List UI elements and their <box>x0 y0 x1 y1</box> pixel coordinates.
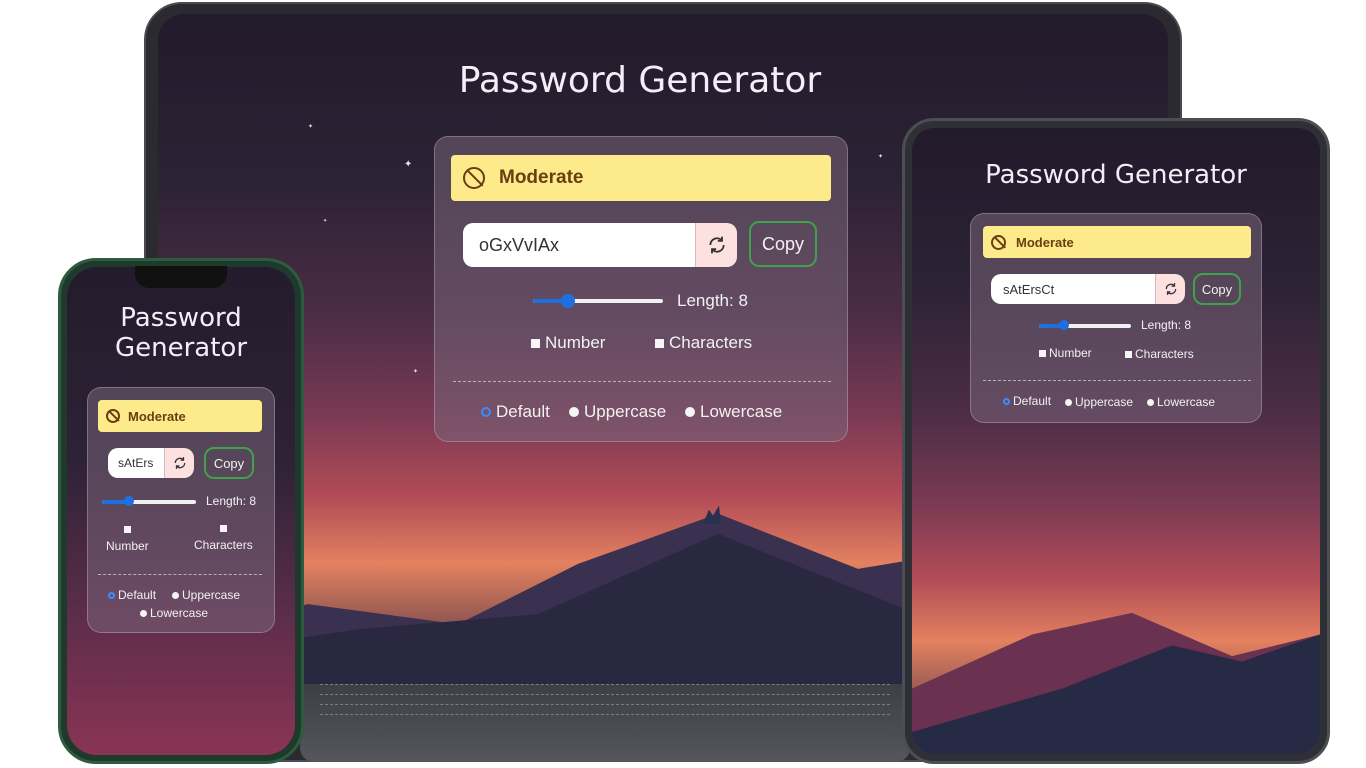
phone-screen: Password Generator Moderate sAtErs Copy … <box>67 267 295 755</box>
strength-label: Moderate <box>128 408 186 424</box>
page-title: Password Generator <box>985 160 1247 190</box>
radio-default[interactable]: Default <box>1003 394 1051 408</box>
strength-indicator: Moderate <box>98 400 262 432</box>
characters-checkbox[interactable]: Characters <box>1125 347 1194 361</box>
generator-card: Moderate oGxVvIAx Copy Length: 8 Number … <box>434 136 848 442</box>
divider <box>98 574 262 575</box>
characters-checkbox[interactable]: Characters <box>655 333 752 353</box>
length-label: Length: 8 <box>1141 318 1192 332</box>
length-slider-thumb[interactable] <box>1059 320 1069 330</box>
ban-icon <box>991 234 1006 250</box>
copy-button[interactable]: Copy <box>1193 273 1241 305</box>
refresh-button[interactable] <box>695 223 737 267</box>
generator-card: Moderate sAtErs Copy Length: 8 Number Ch… <box>87 387 275 633</box>
password-field[interactable]: oGxVvIAx <box>463 223 695 267</box>
radio-lowercase[interactable]: Lowercase <box>1147 395 1215 409</box>
strength-label: Moderate <box>1016 234 1074 250</box>
refresh-button[interactable] <box>164 448 194 478</box>
refresh-icon <box>174 457 185 469</box>
length-slider-thumb[interactable] <box>561 294 575 308</box>
refresh-button[interactable] <box>1155 274 1185 304</box>
ban-icon <box>463 167 485 189</box>
radio-lowercase[interactable]: Lowercase <box>685 402 782 422</box>
refresh-icon <box>1165 283 1176 295</box>
copy-button[interactable]: Copy <box>749 221 817 267</box>
page-title: Password Generator <box>458 60 822 101</box>
ban-icon <box>106 409 120 423</box>
page-title: Password Generator <box>114 303 248 363</box>
password-field[interactable]: sAtErsCt <box>991 274 1155 304</box>
radio-default[interactable]: Default <box>481 402 550 422</box>
radio-uppercase[interactable]: Uppercase <box>569 402 666 422</box>
characters-checkbox[interactable]: Characters <box>194 525 253 552</box>
copy-button[interactable]: Copy <box>204 447 254 479</box>
refresh-icon <box>708 236 725 254</box>
length-slider-thumb[interactable] <box>124 496 134 506</box>
radio-default[interactable]: Default <box>108 588 156 602</box>
strength-indicator: Moderate <box>451 155 831 201</box>
length-label: Length: 8 <box>677 291 748 310</box>
radio-uppercase[interactable]: Uppercase <box>1065 395 1133 409</box>
generator-card: Moderate sAtErsCt Copy Length: 8 Number … <box>970 213 1262 423</box>
number-checkbox[interactable]: Number <box>106 526 149 553</box>
tablet-screen: Password Generator Moderate sAtErsCt Cop… <box>912 128 1320 754</box>
strength-indicator: Moderate <box>983 226 1251 258</box>
phone-notch <box>135 266 227 288</box>
divider <box>453 381 831 382</box>
radio-uppercase[interactable]: Uppercase <box>172 588 240 602</box>
strength-label: Moderate <box>499 167 584 188</box>
password-field[interactable]: sAtErs <box>108 448 164 478</box>
divider <box>983 380 1251 381</box>
radio-lowercase[interactable]: Lowercase <box>140 606 208 620</box>
length-label: Length: 8 <box>206 494 257 508</box>
number-checkbox[interactable]: Number <box>1039 346 1092 360</box>
number-checkbox[interactable]: Number <box>531 333 605 353</box>
